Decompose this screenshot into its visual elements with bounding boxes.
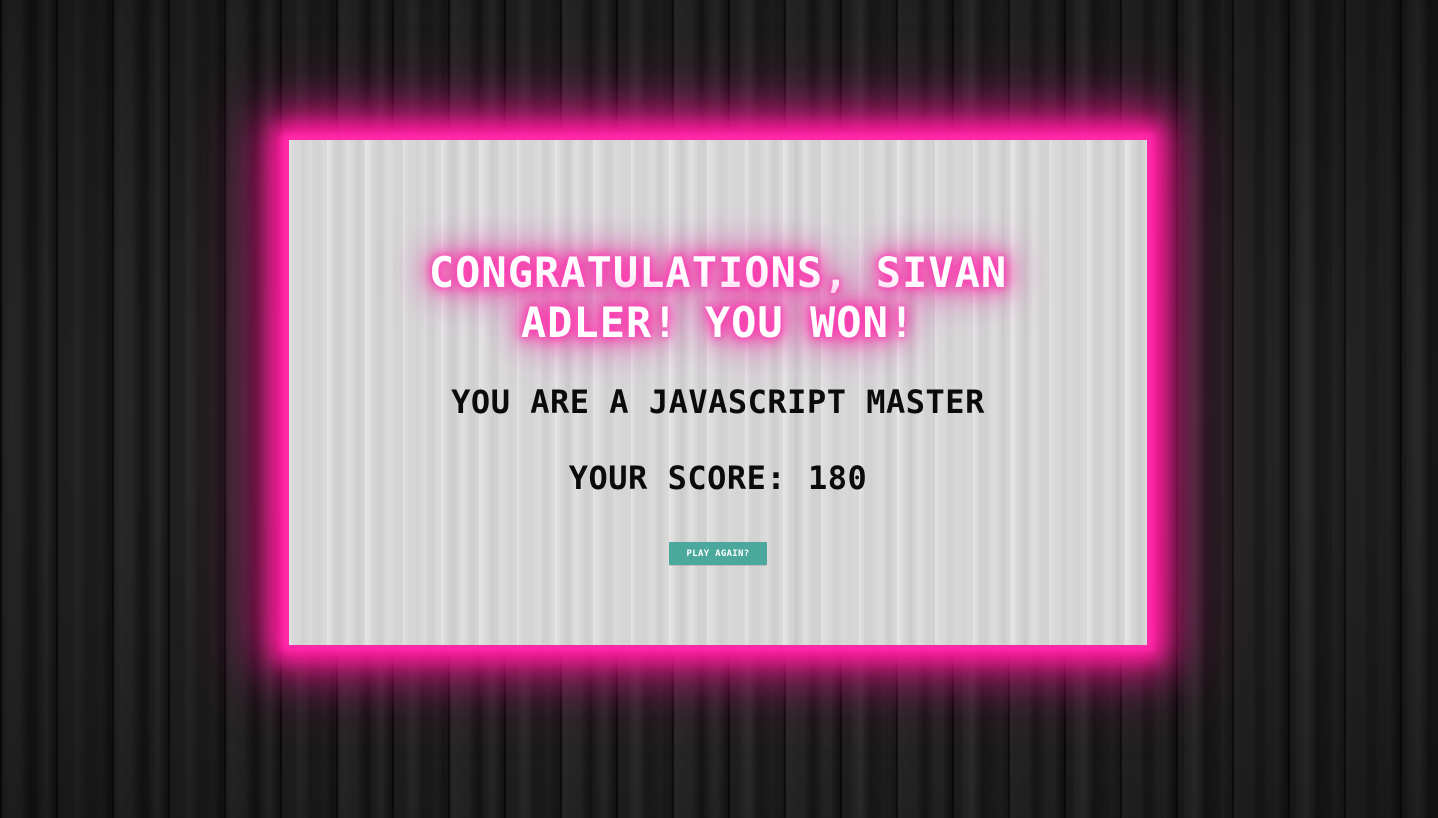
rank-message: You are a JavaScript master — [451, 383, 985, 421]
win-headline-line-2: Adler! You won! — [520, 298, 916, 347]
score-label: Your score: — [568, 459, 787, 497]
score-value: 180 — [807, 459, 868, 497]
win-headline: Congratulations, Sivan Adler! You won! — [289, 248, 1147, 348]
score-display: Your score: 180 — [289, 458, 1147, 498]
game-over-panel: Congratulations, Sivan Adler! You won! Y… — [289, 140, 1147, 645]
play-again-button[interactable]: Play again? — [669, 542, 767, 565]
win-headline-line-1: Congratulations, Sivan — [428, 248, 1008, 297]
